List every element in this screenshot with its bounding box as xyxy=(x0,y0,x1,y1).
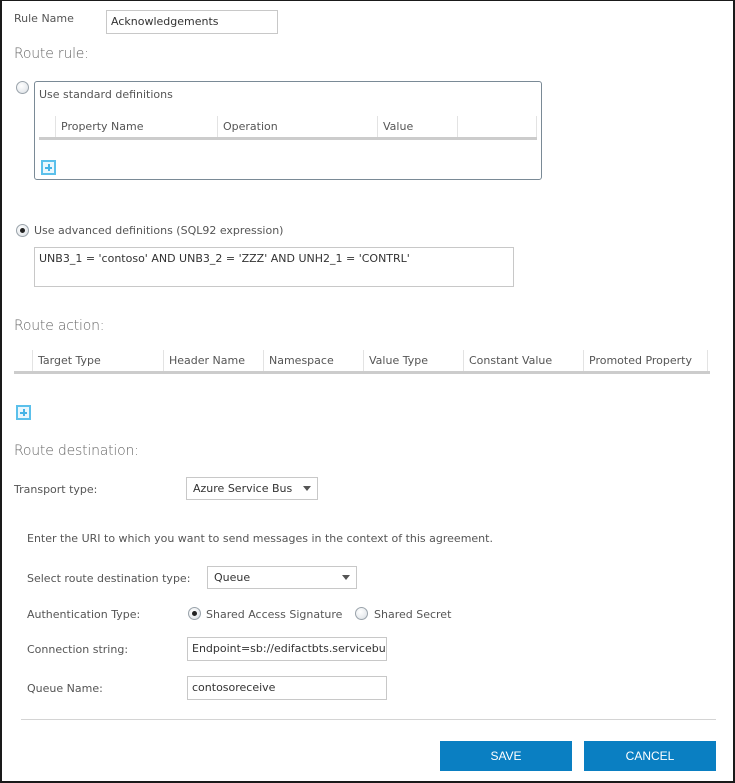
route-rule-title: Route rule: xyxy=(14,46,89,62)
column-value-type[interactable]: Value Type xyxy=(363,350,463,371)
standard-definitions-group: Use standard definitions Property Name O… xyxy=(34,81,542,180)
column-operation[interactable]: Operation xyxy=(217,116,377,137)
destination-type-value: Queue xyxy=(214,571,251,584)
destination-type-label: Select route destination type: xyxy=(27,572,191,585)
queue-name-label: Queue Name: xyxy=(27,682,103,695)
transport-type-select[interactable]: Azure Service Bus xyxy=(186,477,318,500)
column-value[interactable]: Value xyxy=(377,116,457,137)
chevron-down-icon xyxy=(342,575,350,580)
route-action-title: Route action: xyxy=(14,318,105,334)
transport-type-value: Azure Service Bus xyxy=(193,482,293,495)
shared-secret-radio[interactable] xyxy=(355,607,368,620)
transport-type-label: Transport type: xyxy=(14,483,98,496)
route-action-grid-header: Target Type Header Name Namespace Value … xyxy=(14,350,710,374)
add-icon[interactable] xyxy=(16,405,31,420)
shared-access-signature-radio[interactable] xyxy=(188,607,201,620)
advanced-definitions-label: Use advanced definitions (SQL92 expressi… xyxy=(34,224,284,237)
standard-definitions-radio[interactable] xyxy=(16,81,29,94)
authentication-type-label: Authentication Type: xyxy=(27,608,141,621)
save-button[interactable]: SAVE xyxy=(440,741,572,771)
column-header-name[interactable]: Header Name xyxy=(163,350,263,371)
shared-access-signature-label: Shared Access Signature xyxy=(206,608,343,621)
cancel-button[interactable]: CANCEL xyxy=(584,741,716,771)
advanced-definitions-radio[interactable] xyxy=(16,224,29,237)
add-icon[interactable] xyxy=(41,160,56,175)
column-property-name[interactable]: Property Name xyxy=(55,116,217,137)
queue-name-input[interactable]: contosoreceive xyxy=(187,676,387,700)
sql-expression-input[interactable]: UNB3_1 = 'contoso' AND UNB3_2 = 'ZZZ' AN… xyxy=(34,247,514,287)
standard-definitions-grid-header: Property Name Operation Value xyxy=(39,116,537,140)
route-destination-title: Route destination: xyxy=(14,443,139,459)
footer-divider xyxy=(21,719,716,720)
destination-type-select[interactable]: Queue xyxy=(207,566,357,589)
connection-string-input[interactable]: Endpoint=sb://edifactbts.servicebu xyxy=(187,637,387,661)
chevron-down-icon xyxy=(303,486,311,491)
column-namespace[interactable]: Namespace xyxy=(263,350,363,371)
column-constant-value[interactable]: Constant Value xyxy=(463,350,583,371)
column-extra xyxy=(457,116,537,137)
connection-string-label: Connection string: xyxy=(27,643,129,656)
column-promoted-property[interactable]: Promoted Property xyxy=(583,350,708,371)
rule-name-label: Rule Name xyxy=(14,12,74,25)
uri-description: Enter the URI to which you want to send … xyxy=(27,532,493,545)
column-target-type[interactable]: Target Type xyxy=(32,350,164,371)
shared-secret-label: Shared Secret xyxy=(374,608,452,621)
rule-name-input[interactable]: Acknowledgements xyxy=(106,10,278,34)
standard-definitions-label: Use standard definitions xyxy=(39,88,173,101)
